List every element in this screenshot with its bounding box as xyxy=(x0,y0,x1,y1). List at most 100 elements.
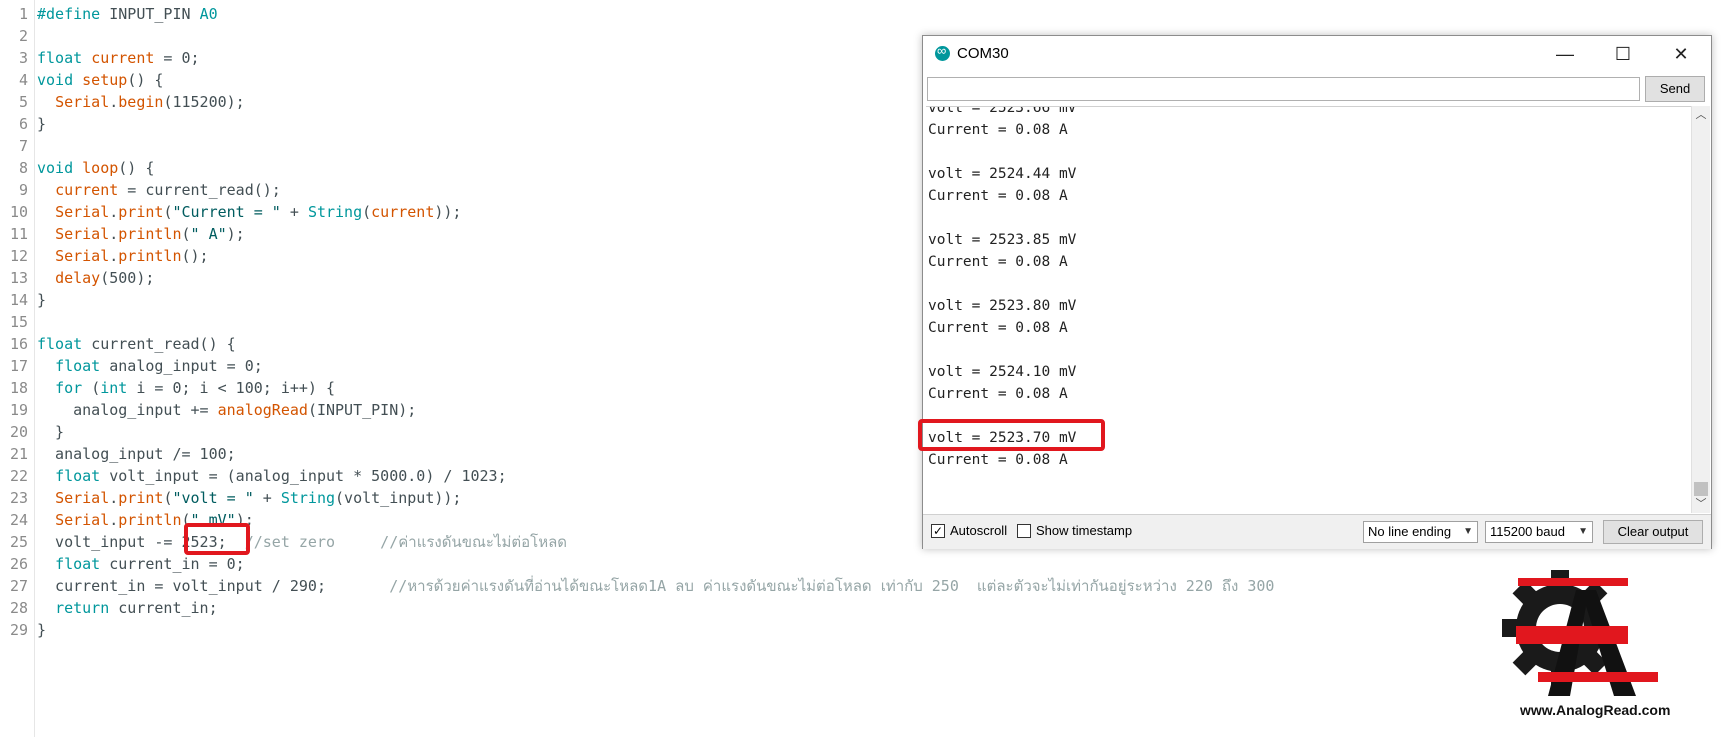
code-token: float xyxy=(55,467,110,485)
code-line[interactable]: 18 for (int i = 0; i < 100; i++) { xyxy=(0,377,335,399)
code-token: float xyxy=(55,555,110,573)
line-number: 27 xyxy=(9,577,28,595)
line-number: 3 xyxy=(18,49,28,67)
code-line[interactable]: 25 volt_input -= 2523; //set zero //ค่าแ… xyxy=(0,531,567,553)
code-line[interactable]: 19 analog_input += analogRead(INPUT_PIN)… xyxy=(0,399,416,421)
code-token: loop xyxy=(82,159,119,177)
autoscroll-checkbox[interactable]: ✓ xyxy=(931,524,945,538)
code-token: Serial xyxy=(55,247,110,265)
line-number: 16 xyxy=(9,335,28,353)
code-token: (INPUT_PIN); xyxy=(307,401,417,419)
scroll-down-icon[interactable]: ﹀ xyxy=(1692,495,1710,513)
code-line[interactable]: 12 Serial.println(); xyxy=(0,245,209,267)
arduino-logo-icon xyxy=(935,43,950,61)
serial-output-line: Current = 0.08 A xyxy=(928,386,1068,402)
code-token: + xyxy=(253,489,281,507)
code-token: ); xyxy=(226,225,245,243)
code-line[interactable]: 16 float current_read() { xyxy=(0,333,236,355)
code-line[interactable]: 26 float current_in = 0; xyxy=(0,553,245,575)
code-line[interactable]: 15 xyxy=(0,311,37,333)
code-token: ( xyxy=(362,203,372,221)
serial-output[interactable]: volt = 2523.66 mV Current = 0.08 A volt = … xyxy=(926,106,1691,514)
code-line[interactable]: 20 } xyxy=(0,421,64,443)
code-line[interactable]: 6} xyxy=(0,113,46,135)
code-line[interactable]: 28 return current_in; xyxy=(0,597,218,619)
serial-monitor-window[interactable]: COM30 — ☐ ✕ Send volt = 2523.66 mV Curren… xyxy=(918,35,1712,549)
code-line[interactable]: 1 #define INPUT_PIN A0 xyxy=(0,3,218,25)
serial-send-input[interactable] xyxy=(927,77,1640,101)
code-token: (); xyxy=(181,247,209,265)
serial-output-line: volt = 2523.66 mV xyxy=(928,106,1077,116)
code-token: float xyxy=(55,357,110,375)
code-line[interactable]: 17 float analog_input = 0; xyxy=(0,355,263,377)
code-line[interactable]: 4 void setup() { xyxy=(0,69,163,91)
line-number: 20 xyxy=(9,423,28,441)
code-token: current xyxy=(371,203,435,221)
code-token: String xyxy=(280,489,336,507)
code-token: current xyxy=(55,181,119,199)
code-token: . xyxy=(109,247,119,265)
code-token: + xyxy=(280,203,308,221)
code-token: i = 0; i < 100; i++) { xyxy=(136,379,336,397)
code-line[interactable]: 5 Serial.begin(115200); xyxy=(0,91,245,113)
output-scrollbar[interactable]: ︿ ﹀ xyxy=(1691,106,1710,513)
code-line[interactable]: 11 Serial.println(" A"); xyxy=(0,223,245,245)
baud-rate-select[interactable]: 115200 baud ▼ xyxy=(1485,521,1593,543)
code-line[interactable]: 9 current = current_read(); xyxy=(0,179,281,201)
code-line[interactable]: 29} xyxy=(0,619,46,641)
line-number: 9 xyxy=(18,181,28,199)
code-line[interactable]: 2 xyxy=(0,25,37,47)
code-line[interactable]: 13 delay(500); xyxy=(0,267,154,289)
code-token: println xyxy=(118,225,182,243)
code-token: Serial xyxy=(55,489,110,507)
code-token: current_in = 0; xyxy=(109,555,245,573)
code-line[interactable]: 8 void loop() { xyxy=(0,157,154,179)
scroll-up-icon[interactable]: ︿ xyxy=(1692,106,1710,124)
code-token: analog_input /= 100; xyxy=(37,445,236,463)
close-button[interactable]: ✕ xyxy=(1652,36,1710,72)
code-token: void xyxy=(37,71,83,89)
serial-output-line: Current = 0.08 A xyxy=(928,188,1068,204)
code-line[interactable]: 7 xyxy=(0,135,37,157)
line-number: 21 xyxy=(9,445,28,463)
code-token: . xyxy=(109,93,119,111)
clear-output-button[interactable]: Clear output xyxy=(1603,520,1703,544)
line-ending-select[interactable]: No line ending ▼ xyxy=(1363,521,1478,543)
code-line[interactable]: 21 analog_input /= 100; xyxy=(0,443,236,465)
line-number: 8 xyxy=(18,159,28,177)
send-button[interactable]: Send xyxy=(1645,76,1705,102)
code-line[interactable]: 3 float current = 0; xyxy=(0,47,200,69)
scroll-thumb[interactable] xyxy=(1694,482,1708,496)
timestamp-checkbox[interactable] xyxy=(1017,524,1031,538)
code-line[interactable]: 14} xyxy=(0,289,46,311)
code-token: Serial xyxy=(55,511,110,529)
line-number: 15 xyxy=(9,313,28,331)
code-token: current_read() { xyxy=(91,335,236,353)
title-bar[interactable]: COM30 — ☐ ✕ xyxy=(923,36,1711,72)
code-line[interactable]: 22 float volt_input = (analog_input * 50… xyxy=(0,465,507,487)
line-number: 24 xyxy=(9,511,28,529)
code-line[interactable]: 27 current_in = volt_input / 290; //หารด… xyxy=(0,575,1275,597)
code-line[interactable]: 10 Serial.print("Current = " + String(cu… xyxy=(0,201,462,223)
code-token: . xyxy=(109,511,119,529)
line-number: 26 xyxy=(9,555,28,573)
minimize-button[interactable]: — xyxy=(1536,36,1594,72)
line-number: 6 xyxy=(18,115,28,133)
line-number: 29 xyxy=(9,621,28,639)
highlight-zero-value xyxy=(184,523,250,555)
code-token: println xyxy=(118,247,182,265)
code-token: begin xyxy=(118,93,164,111)
code-line[interactable]: 23 Serial.print("volt = " + String(volt_… xyxy=(0,487,462,509)
maximize-button[interactable]: ☐ xyxy=(1594,36,1652,72)
code-token: String xyxy=(307,203,363,221)
code-token: () { xyxy=(118,159,155,177)
